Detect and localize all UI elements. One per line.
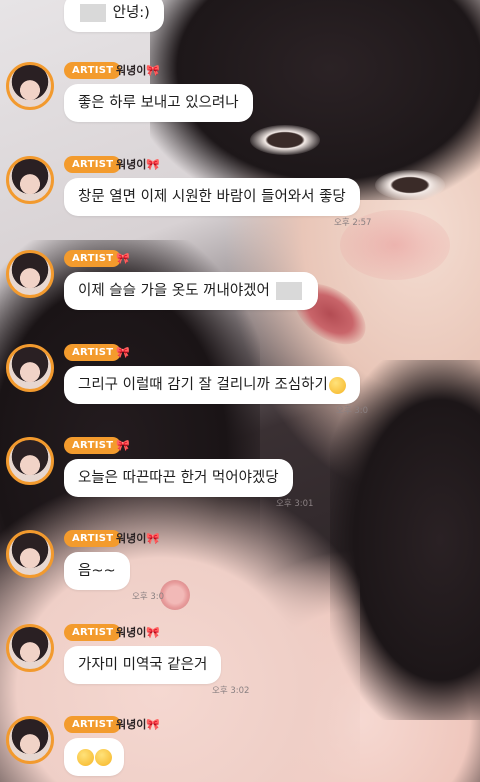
message-bubble[interactable]: 오늘은 따끈따끈 한거 먹어야겠당	[64, 459, 293, 497]
ribbon-icon: 🎀	[146, 532, 161, 545]
message-time: 오후 3:02	[212, 686, 250, 696]
message-text: 안녕:)	[112, 5, 150, 21]
message-bubble[interactable]: 창문 열면 이제 시원한 바람이 들어와서 좋당	[64, 178, 360, 216]
nickname: 워녕이🎀	[116, 158, 161, 171]
avatar[interactable]	[6, 530, 54, 578]
artist-badge: ARTIST	[64, 344, 122, 361]
message-text: 가자미 미역국 같은거	[78, 657, 208, 673]
avatar[interactable]	[6, 62, 54, 110]
ribbon-icon: 🎀	[146, 158, 161, 171]
message-bubble[interactable]: 가자미 미역국 같은거	[64, 646, 222, 684]
message-text: 그리구 이럴때 감기 잘 걸리니까 조심하기	[78, 377, 328, 393]
artist-badge: ARTIST	[64, 624, 122, 641]
nickname: 워녕이🎀	[116, 626, 161, 639]
avatar[interactable]	[6, 716, 54, 764]
ribbon-icon: 🎀	[146, 64, 161, 77]
censored-block	[276, 282, 303, 300]
ribbon-icon: 🎀	[116, 439, 130, 452]
avatar[interactable]	[6, 344, 54, 392]
artist-badge: ARTIST	[64, 530, 122, 547]
artist-badge: ARTIST	[64, 250, 122, 267]
message-bubble[interactable]	[64, 738, 124, 776]
smiling-face-with-hand-icon	[77, 748, 94, 766]
nickname: 워녕이🎀	[116, 718, 161, 731]
ribbon-icon: 🎀	[146, 626, 161, 639]
avatar[interactable]	[6, 156, 54, 204]
message-time: 오후 2:57	[334, 218, 372, 228]
avatar[interactable]	[6, 624, 54, 672]
chat-list[interactable]: 안녕:) ARTIST 워녕이🎀 좋은 하루 보내고 있으려나 ARTIST 워…	[0, 0, 480, 782]
message-bubble[interactable]: 그리구 이럴때 감기 잘 걸리니까 조심하기	[64, 366, 360, 404]
message-text: 좋은 하루 보내고 있으려나	[78, 95, 239, 111]
message-text: 창문 열면 이제 시원한 바람이 들어와서 좋당	[78, 189, 346, 205]
message-text: 음~~	[78, 563, 116, 579]
message-bubble[interactable]: 음~~	[64, 552, 130, 590]
artist-badge: ARTIST	[64, 156, 122, 173]
message-bubble[interactable]: 좋은 하루 보내고 있으려나	[64, 84, 253, 122]
ribbon-icon: 🎀	[146, 718, 161, 731]
message-time: 오후 3:0	[336, 406, 369, 416]
artist-badge: ARTIST	[64, 62, 122, 79]
nickname: 🎀	[116, 344, 130, 361]
artist-badge: ARTIST	[64, 437, 122, 454]
censored-block	[80, 4, 106, 22]
ribbon-icon: 🎀	[116, 346, 130, 359]
nickname: 워녕이🎀	[116, 532, 161, 545]
avatar[interactable]	[6, 250, 54, 298]
artist-badge: ARTIST	[64, 716, 122, 733]
message-bubble[interactable]: 이제 슬슬 가을 옷도 꺼내야겠어	[64, 272, 319, 310]
message-bubble[interactable]: 안녕:)	[64, 0, 164, 32]
nickname: 🎀	[116, 437, 130, 454]
message-time: 오후 3:0	[132, 592, 165, 602]
message-text: 이제 슬슬 가을 옷도 꺼내야겠어	[78, 283, 270, 299]
message-text: 오늘은 따끈따끈 한거 먹어야겠당	[78, 470, 279, 486]
message-time: 오후 3:01	[276, 499, 314, 509]
ribbon-icon: 🎀	[116, 252, 130, 265]
nickname: 🎀	[116, 250, 130, 267]
nickname: 워녕이🎀	[116, 64, 161, 77]
relieved-face-icon	[328, 376, 346, 394]
avatar[interactable]	[6, 437, 54, 485]
smiling-face-with-hand-icon	[95, 748, 112, 766]
